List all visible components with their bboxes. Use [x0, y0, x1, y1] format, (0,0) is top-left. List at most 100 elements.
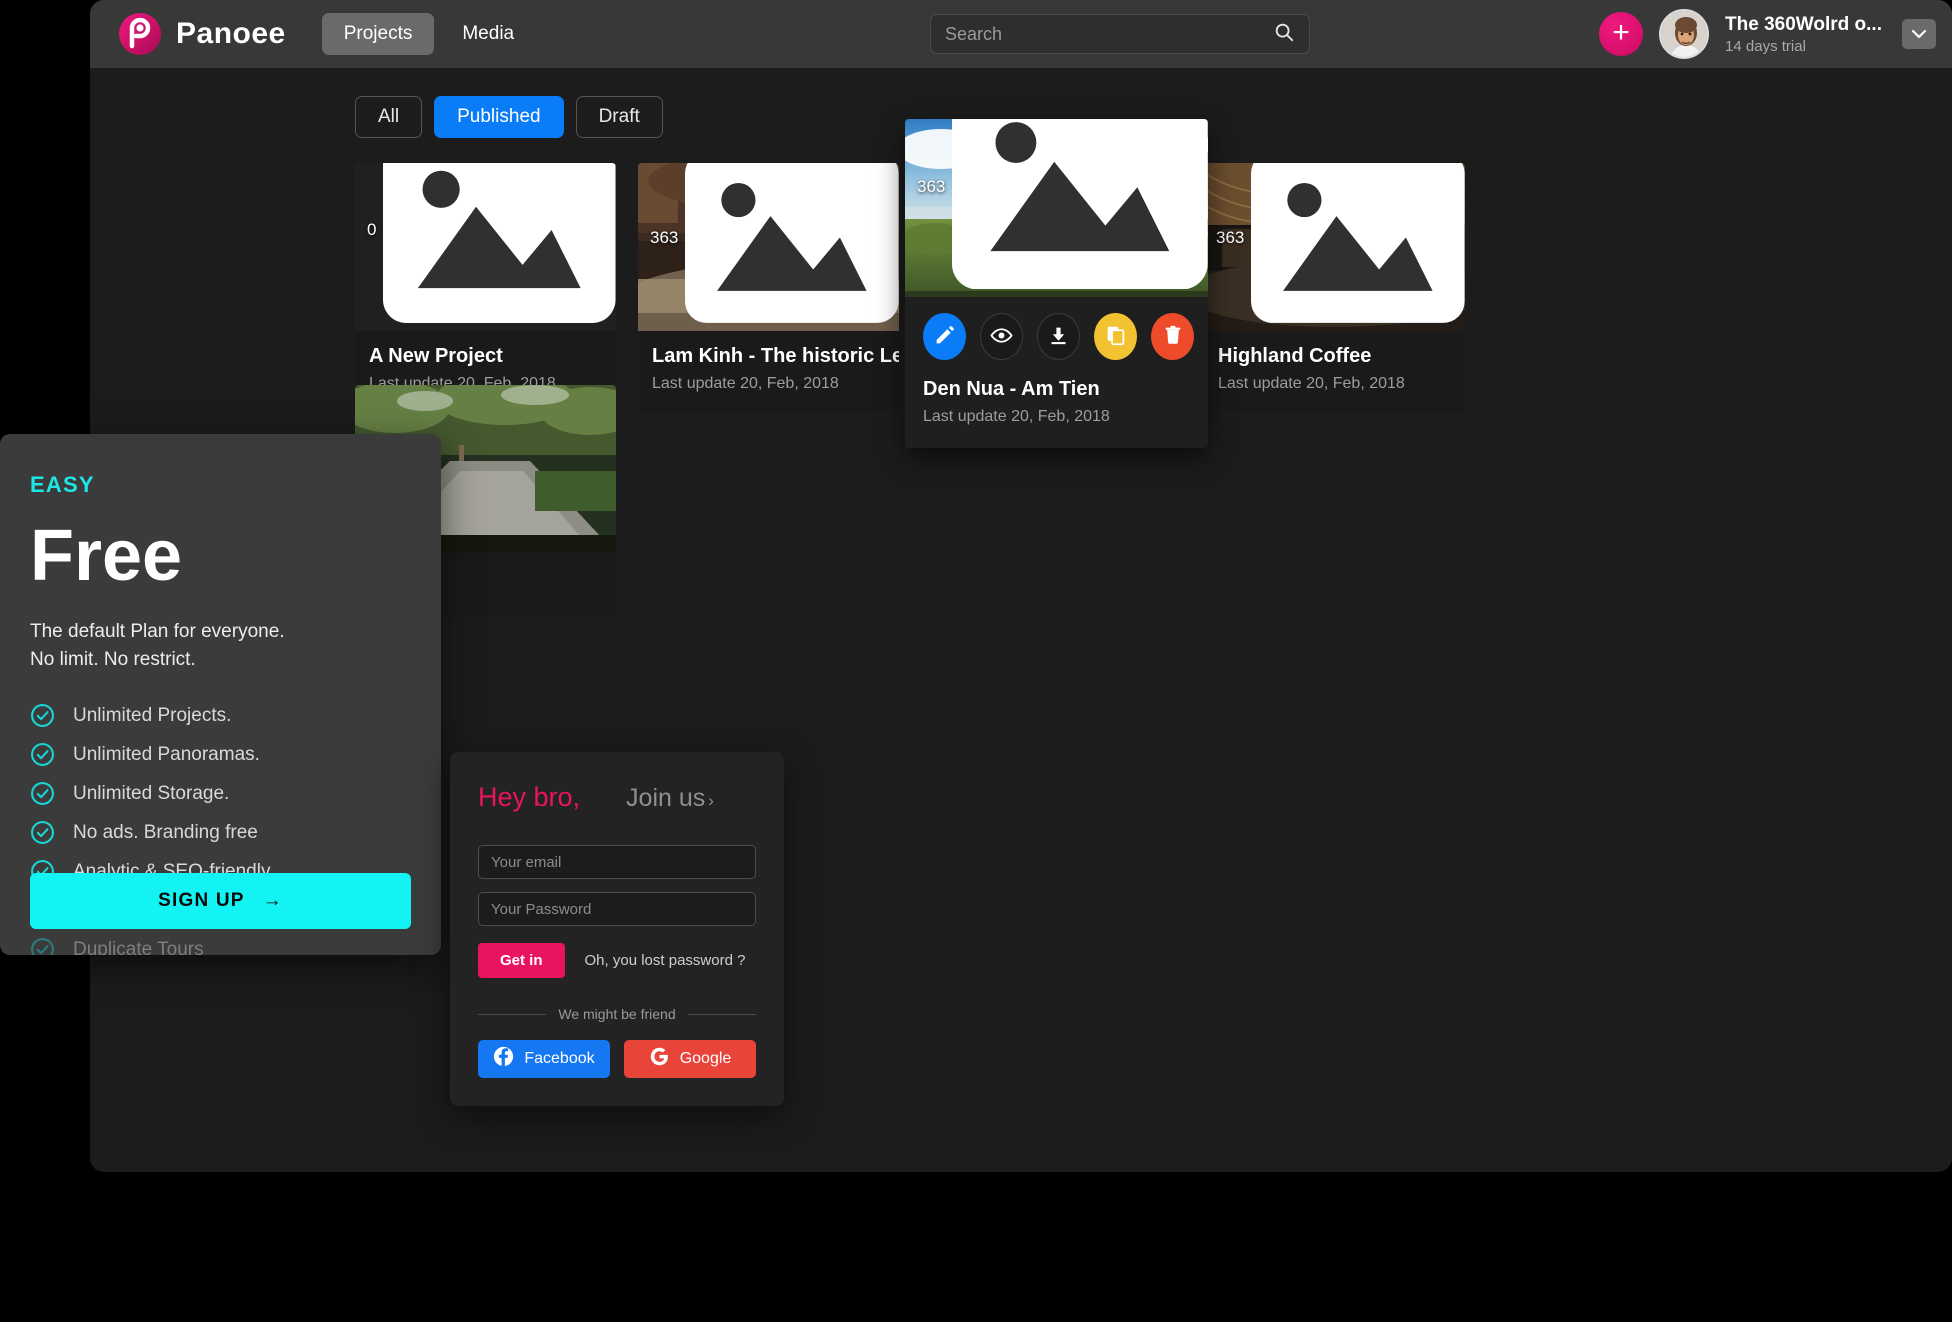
user-name: The 360Wolrd o...: [1725, 14, 1882, 36]
login-modal: Hey bro, Join us› Get in Oh, you lost pa…: [450, 752, 784, 1106]
sign-up-button[interactable]: SIGN UP →: [30, 873, 411, 929]
user-trial-status: 14 days trial: [1725, 38, 1882, 55]
search-icon[interactable]: [1273, 21, 1295, 48]
image-icon: [952, 119, 1208, 289]
social-login-buttons: Facebook Google: [478, 1040, 756, 1078]
brand-name: Panoee: [176, 17, 286, 51]
project-info: Den Nua - Am Tien Last update 20, Feb, 2…: [905, 364, 1208, 448]
filter-draft[interactable]: Draft: [576, 96, 663, 138]
divider-line-right: [688, 1014, 756, 1015]
filter-all[interactable]: All: [355, 96, 422, 138]
project-card[interactable]: 363 Lam Kinh - The historic Legend Last …: [638, 163, 899, 413]
check-circle-icon: [30, 937, 55, 955]
project-title: Highland Coffee: [1218, 345, 1451, 368]
tab-join-us-label: Join us: [626, 784, 705, 812]
download-icon: [1048, 325, 1069, 349]
plan-tag: EASY: [30, 472, 411, 498]
login-actions: Get in Oh, you lost password ?: [478, 943, 756, 978]
preview-project-button[interactable]: [980, 313, 1023, 360]
avatar[interactable]: [1659, 9, 1709, 59]
project-thumbnail[interactable]: 0: [355, 163, 616, 331]
panorama-count: 363: [1216, 163, 1465, 323]
image-icon: [383, 163, 616, 323]
image-icon: [685, 163, 899, 323]
search-bar[interactable]: [930, 14, 1310, 54]
plan-description-line1: The default Plan for everyone.: [30, 618, 411, 646]
trash-icon: [1163, 325, 1183, 348]
feature-label: Unlimited Projects.: [73, 705, 231, 727]
plan-name: Free: [30, 520, 411, 592]
screen: Panoee Projects Media +: [0, 0, 1952, 1322]
filter-published[interactable]: Published: [434, 96, 563, 138]
plus-icon: +: [1612, 18, 1630, 48]
project-thumbnail[interactable]: 363: [638, 163, 899, 331]
feature-label: No ads. Branding free: [73, 822, 258, 844]
tab-join-us[interactable]: Join us›: [626, 784, 714, 813]
feature-label: Unlimited Panoramas.: [73, 744, 260, 766]
sign-up-label: SIGN UP: [158, 890, 245, 912]
project-date: Last update 20, Feb, 2018: [1218, 375, 1451, 393]
project-card-active[interactable]: 363: [905, 119, 1208, 448]
project-card[interactable]: 0 A New Project Last update 20, Feb, 201…: [355, 163, 616, 413]
nav-item-media[interactable]: Media: [440, 13, 536, 55]
copy-icon: [1105, 325, 1126, 349]
user-meta: The 360Wolrd o... 14 days trial: [1725, 14, 1882, 55]
project-grid: 0 A New Project Last update 20, Feb, 201…: [355, 163, 1775, 413]
project-date: Last update 20, Feb, 2018: [652, 375, 885, 393]
project-card[interactable]: 363 Highland Coffee Last update 20, Feb,…: [1204, 163, 1465, 413]
nav-item-projects[interactable]: Projects: [322, 13, 435, 55]
google-login-button[interactable]: Google: [624, 1040, 756, 1078]
facebook-login-button[interactable]: Facebook: [478, 1040, 610, 1078]
panoee-p-logo-icon: [118, 12, 162, 56]
project-info: Highland Coffee Last update 20, Feb, 201…: [1204, 331, 1465, 413]
check-circle-icon: [30, 703, 55, 728]
top-bar: Panoee Projects Media +: [90, 0, 1952, 68]
download-project-button[interactable]: [1037, 313, 1080, 360]
chevron-down-icon[interactable]: [1902, 19, 1936, 49]
social-divider: We might be friend: [478, 1006, 756, 1022]
feature-item: Unlimited Panoramas.: [30, 742, 411, 767]
login-tabs: Hey bro, Join us›: [478, 782, 756, 813]
panorama-count: 363: [917, 119, 1208, 289]
chevron-right-icon: ›: [708, 791, 714, 810]
delete-project-button[interactable]: [1151, 313, 1194, 360]
google-icon: [649, 1046, 670, 1072]
plan-description-line2: No limit. No restrict.: [30, 646, 411, 674]
feature-label: Duplicate Tours: [73, 939, 204, 955]
main-nav: Projects Media: [322, 13, 536, 55]
project-actions: [905, 297, 1208, 364]
project-title: Lam Kinh - The historic Legend: [652, 345, 885, 368]
add-project-button[interactable]: +: [1599, 12, 1643, 56]
top-bar-right: + The 360Wolrd o...: [1599, 0, 1936, 68]
project-thumbnail[interactable]: 363: [905, 119, 1208, 297]
panorama-count: 0: [367, 163, 616, 323]
image-icon: [1251, 163, 1465, 323]
feature-item: Unlimited Storage.: [30, 781, 411, 806]
project-title: A New Project: [369, 345, 602, 368]
feature-item: Duplicate Tours: [30, 937, 411, 955]
edit-project-button[interactable]: [923, 313, 966, 360]
project-thumbnail[interactable]: 363: [1204, 163, 1465, 331]
email-field[interactable]: [478, 845, 756, 879]
forgot-password-link[interactable]: Oh, you lost password ?: [585, 952, 746, 969]
feature-item: No ads. Branding free: [30, 820, 411, 845]
plan-description: The default Plan for everyone. No limit.…: [30, 618, 411, 673]
pencil-icon: [934, 325, 955, 349]
brand: Panoee: [118, 12, 286, 56]
search-input[interactable]: [945, 24, 1273, 45]
tab-sign-in[interactable]: Hey bro,: [478, 782, 580, 813]
facebook-icon: [493, 1046, 514, 1072]
facebook-label: Facebook: [524, 1050, 594, 1068]
arrow-right-icon: →: [263, 890, 283, 912]
duplicate-project-button[interactable]: [1094, 313, 1137, 360]
password-field[interactable]: [478, 892, 756, 926]
divider-line-left: [478, 1014, 546, 1015]
get-in-button[interactable]: Get in: [478, 943, 565, 978]
feature-item: Unlimited Projects.: [30, 703, 411, 728]
pricing-panel: EASY Free The default Plan for everyone.…: [0, 434, 441, 955]
divider-label: We might be friend: [558, 1006, 675, 1022]
check-circle-icon: [30, 781, 55, 806]
project-title: Den Nua - Am Tien: [923, 378, 1190, 401]
google-label: Google: [680, 1050, 732, 1068]
feature-label: Unlimited Storage.: [73, 783, 229, 805]
